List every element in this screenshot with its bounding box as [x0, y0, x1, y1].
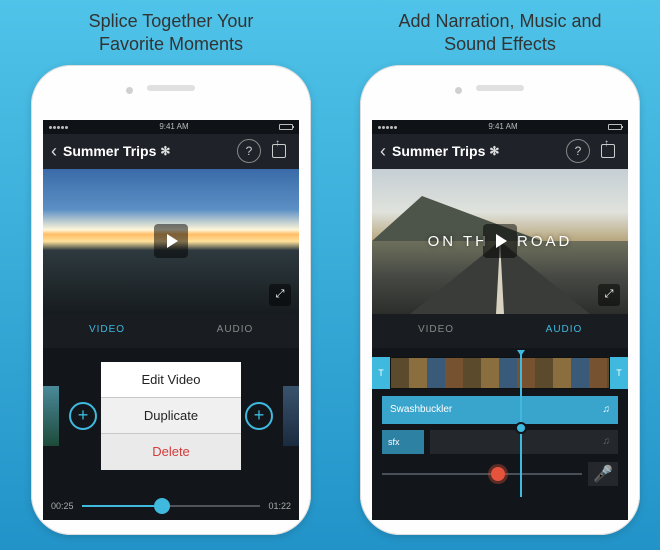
video-preview[interactable]: ON TH ROAD ⤢ [372, 169, 628, 314]
back-button[interactable]: ‹ [51, 141, 57, 162]
track-narration: 🎤 [382, 460, 618, 488]
play-button[interactable] [154, 224, 188, 258]
caption-right-line1: Add Narration, Music and [398, 11, 601, 31]
menu-delete[interactable]: Delete [101, 434, 241, 470]
phone-frame-right: 9:41 AM ‹ Summer Trips ✻ ? ON TH [360, 65, 640, 535]
battery-icon [279, 124, 293, 130]
clip-thumb-prev[interactable] [43, 386, 59, 446]
tab-audio[interactable]: AUDIO [171, 314, 299, 348]
clip-thumb-next[interactable] [283, 386, 299, 446]
share-icon [601, 144, 615, 158]
tab-video[interactable]: VIDEO [43, 314, 171, 348]
caption-right: Add Narration, Music and Sound Effects [345, 0, 655, 65]
screen-left: 9:41 AM ‹ Summer Trips ✻ ? ⤢ VIDEO AUDIO [43, 120, 299, 520]
panel-splice: Splice Together Your Favorite Moments 9:… [16, 0, 326, 550]
sfx-add-slot[interactable]: ♫ [430, 430, 618, 454]
status-time: 9:41 AM [159, 122, 188, 131]
tab-video[interactable]: VIDEO [372, 314, 500, 348]
add-clip-after[interactable]: + [245, 402, 273, 430]
caption-left-line2: Favorite Moments [99, 34, 243, 54]
mic-icon: 🎤 [593, 464, 613, 484]
music-note-icon: ♫ [603, 404, 611, 415]
scrub-time-total: 01:22 [268, 501, 291, 511]
project-title: Summer Trips ✻ [392, 143, 560, 159]
music-note-icon: ♫ [603, 436, 611, 447]
fullscreen-button[interactable]: ⤢ [598, 284, 620, 306]
phone-camera [126, 87, 133, 94]
navbar: ‹ Summer Trips ✻ ? [372, 134, 628, 169]
back-button[interactable]: ‹ [380, 141, 386, 162]
title-chip-start[interactable]: T [372, 357, 390, 389]
clip-context-menu: Edit Video Duplicate Delete [101, 362, 241, 470]
scrub-fill [82, 505, 163, 507]
help-button[interactable]: ? [566, 139, 590, 163]
share-button[interactable] [596, 139, 620, 163]
video-clip-segment[interactable] [390, 357, 610, 389]
gear-icon[interactable]: ✻ [489, 144, 499, 158]
help-button[interactable]: ? [237, 139, 261, 163]
mic-slot[interactable]: 🎤 [588, 462, 618, 486]
scrub-knob[interactable] [154, 498, 170, 514]
tabs: VIDEO AUDIO [43, 314, 299, 348]
statusbar: 9:41 AM [43, 120, 299, 134]
panel-audio: Add Narration, Music and Sound Effects 9… [345, 0, 655, 550]
caption-right-line2: Sound Effects [444, 34, 556, 54]
share-icon [272, 144, 286, 158]
scrubber[interactable]: 00:25 01:22 [51, 493, 291, 519]
sfx-clip[interactable]: sfx [382, 430, 424, 454]
play-button[interactable] [483, 224, 517, 258]
tabs: VIDEO AUDIO [372, 314, 628, 348]
phone-frame-left: 9:41 AM ‹ Summer Trips ✻ ? ⤢ VIDEO AUDIO [31, 65, 311, 535]
caption-left-line1: Splice Together Your [89, 11, 254, 31]
audio-timeline: T T Swashbuckler ♫ sfx ♫ [372, 348, 628, 519]
gear-icon[interactable]: ✻ [160, 144, 170, 158]
menu-duplicate[interactable]: Duplicate [101, 398, 241, 434]
record-button[interactable] [491, 467, 505, 481]
clip-row: + Edit Video Duplicate Delete + [43, 362, 299, 470]
track-sfx: sfx ♫ [382, 430, 618, 454]
title-chip-end[interactable]: T [610, 357, 628, 389]
add-clip-before[interactable]: + [69, 402, 97, 430]
caption-left: Splice Together Your Favorite Moments [16, 0, 326, 65]
music-track-name: Swashbuckler [390, 404, 452, 415]
track-music[interactable]: Swashbuckler ♫ [382, 396, 618, 424]
menu-edit-video[interactable]: Edit Video [101, 362, 241, 398]
track-video-clips[interactable]: T T [372, 356, 628, 390]
phone-speaker [476, 85, 524, 91]
phone-speaker [147, 85, 195, 91]
share-button[interactable] [267, 139, 291, 163]
video-edit-area: + Edit Video Duplicate Delete + 00:25 [43, 348, 299, 519]
phone-camera [455, 87, 462, 94]
scrub-track[interactable] [82, 505, 261, 507]
signal-icon [49, 122, 69, 131]
signal-icon [378, 122, 398, 131]
status-time: 9:41 AM [488, 122, 517, 131]
fullscreen-button[interactable]: ⤢ [269, 284, 291, 306]
screen-right: 9:41 AM ‹ Summer Trips ✻ ? ON TH [372, 120, 628, 520]
statusbar: 9:41 AM [372, 120, 628, 134]
video-preview[interactable]: ⤢ [43, 169, 299, 314]
navbar: ‹ Summer Trips ✻ ? [43, 134, 299, 169]
battery-icon [608, 124, 622, 130]
playhead[interactable] [520, 354, 522, 497]
tab-audio[interactable]: AUDIO [500, 314, 628, 348]
scrub-time-current: 00:25 [51, 501, 74, 511]
record-track[interactable] [382, 473, 582, 475]
project-title: Summer Trips ✻ [63, 143, 231, 159]
